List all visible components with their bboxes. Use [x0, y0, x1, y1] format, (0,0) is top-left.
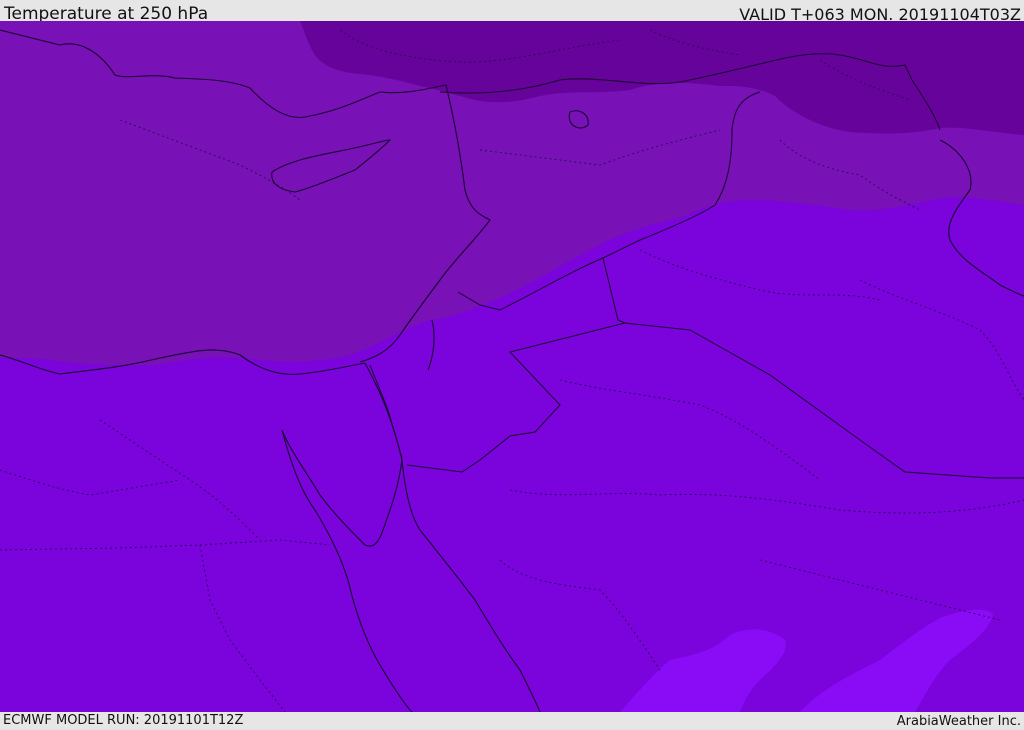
header-bar: Temperature at 250 hPa VALID T+063 MON. …: [0, 0, 1024, 24]
footer-bar: ECMWF MODEL RUN: 20191101T12Z ArabiaWeat…: [0, 712, 1024, 729]
map-svg: [0, 21, 1024, 712]
model-run-label: ECMWF MODEL RUN: 20191101T12Z: [3, 713, 244, 728]
weather-map[interactable]: [0, 21, 1024, 712]
credit-label: ArabiaWeather Inc.: [896, 714, 1021, 729]
